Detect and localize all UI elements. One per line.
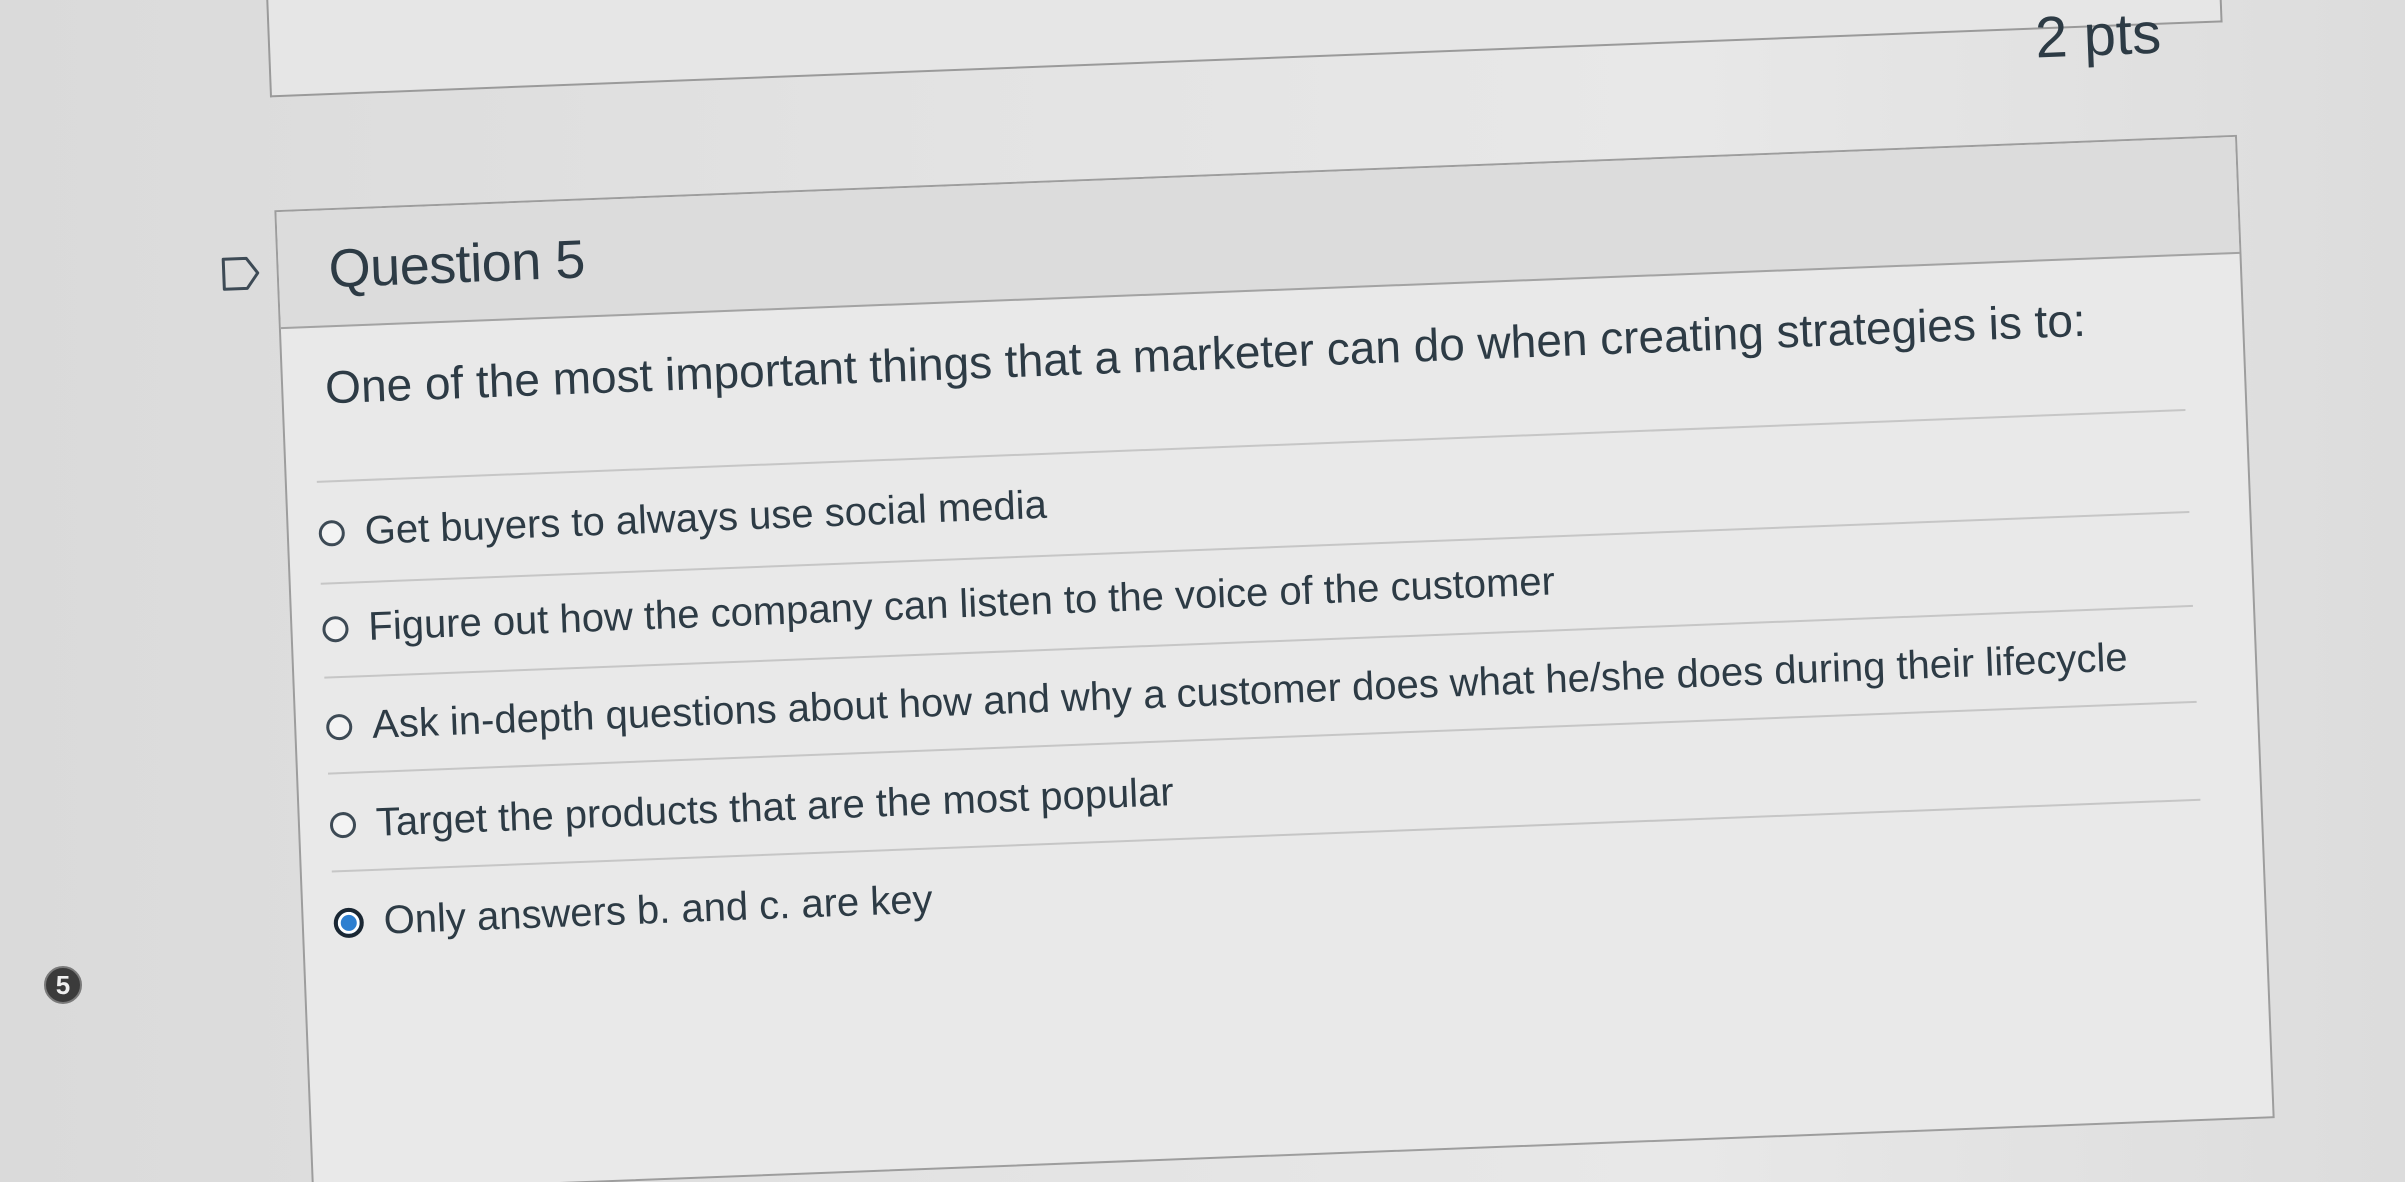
radio-button-e-selected[interactable]: [333, 906, 365, 938]
radio-button-c[interactable]: [325, 713, 353, 741]
radio-button-a[interactable]: [318, 519, 346, 547]
answer-label-e: Only answers b. and c. are key: [382, 877, 934, 943]
question-card: 2 pts Question 5 One of the most importa…: [221, 1, 2275, 1182]
answer-label-d: Target the products that are the most po…: [375, 770, 1175, 845]
quiz-screen: 2 pts Question 5 One of the most importa…: [0, 0, 2405, 1182]
previous-question-card: [263, 0, 2223, 98]
question-title: Question 5: [327, 229, 586, 300]
photo-background: 5 2 pts Question 5 One of the most impor…: [0, 0, 2405, 1182]
answer-label-a: Get buyers to always use social media: [363, 482, 1048, 553]
answer-option-c[interactable]: Ask in-depth questions about how and why…: [325, 635, 2128, 749]
radio-button-b[interactable]: [321, 615, 349, 643]
bookmark-flag-icon[interactable]: [220, 253, 262, 295]
divider: [316, 409, 2186, 483]
answer-option-e[interactable]: Only answers b. and c. are key: [333, 878, 933, 946]
points-label: 2 pts: [2034, 0, 2163, 71]
radio-button-d[interactable]: [329, 811, 357, 839]
answer-option-a[interactable]: Get buyers to always use social media: [318, 483, 1048, 556]
answer-option-d[interactable]: Target the products that are the most po…: [329, 770, 1174, 847]
answer-label-c: Ask in-depth questions about how and why…: [371, 635, 2129, 747]
